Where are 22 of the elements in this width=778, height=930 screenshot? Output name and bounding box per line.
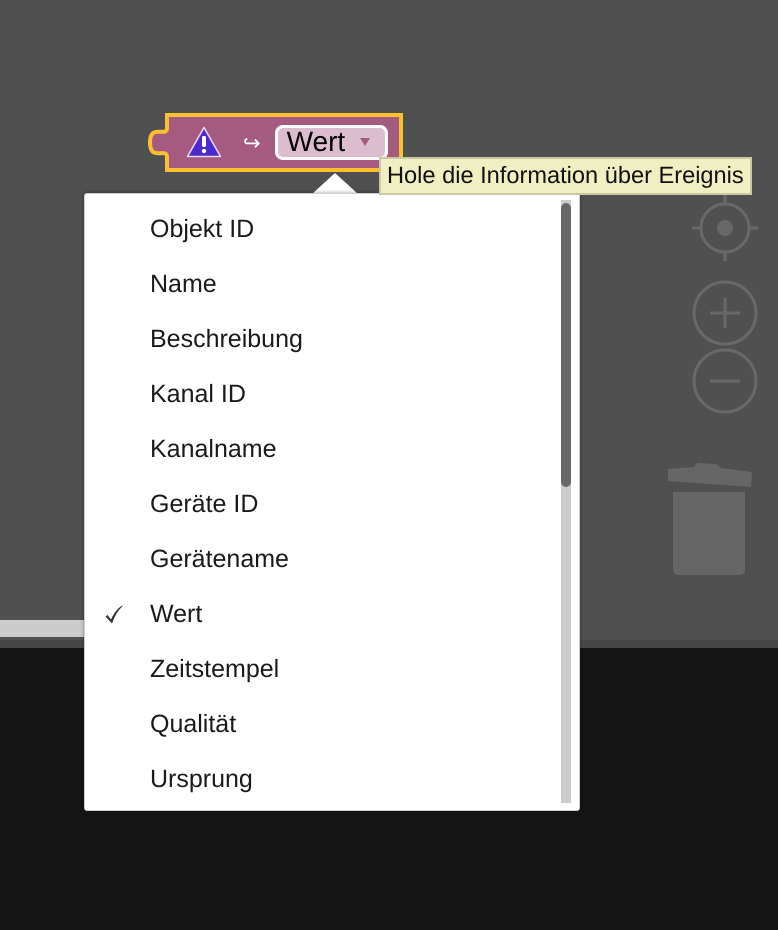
menu-item[interactable]: Zeitstempel <box>85 642 545 697</box>
caret-icon <box>360 138 370 146</box>
menu-item[interactable]: Kanalname <box>85 422 545 477</box>
zoom-in-icon[interactable] <box>692 280 758 346</box>
target-icon[interactable] <box>690 193 760 263</box>
menu-item[interactable]: Qualität <box>85 697 545 752</box>
return-arrow: ↪ <box>243 132 261 154</box>
scrollbar[interactable] <box>561 200 571 803</box>
zoom-out-icon[interactable] <box>692 348 758 414</box>
menu-item[interactable]: Objekt ID <box>85 202 545 257</box>
scrollbar-thumb[interactable] <box>561 203 571 487</box>
menu-item[interactable]: Kanal ID <box>85 367 545 422</box>
menu-item[interactable]: Geräte ID <box>85 477 545 532</box>
warning-icon[interactable] <box>186 126 222 158</box>
menu-item[interactable]: Ursprung <box>85 752 545 807</box>
scrollbar-thumb[interactable] <box>0 620 84 637</box>
tooltip: Hole die Information über Ereignis <box>379 157 752 195</box>
menu-item[interactable]: Name <box>85 257 545 312</box>
menu-item[interactable]: Gerätename <box>85 532 545 587</box>
menu-item[interactable]: Beschreibung <box>85 312 545 367</box>
menu-item[interactable]: Wert <box>85 587 545 642</box>
dropdown-field[interactable]: Wert <box>274 124 388 160</box>
